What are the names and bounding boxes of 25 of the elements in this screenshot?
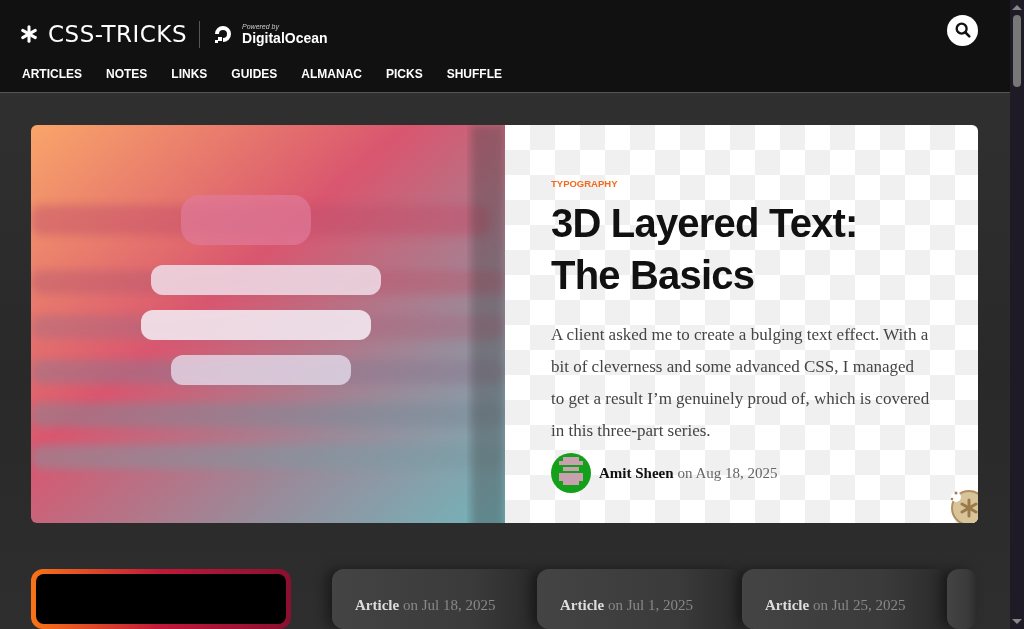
nav-link[interactable]: NOTES	[106, 67, 148, 81]
nav-link[interactable]: ALMANAC	[301, 67, 362, 81]
author-link[interactable]: Amit Sheen	[599, 464, 674, 482]
nav-link[interactable]: GUIDES	[231, 67, 278, 81]
nav-link[interactable]: ARTICLES	[22, 67, 82, 81]
article-excerpt: A client asked me to create a bulging text effect. With a bit of cleverness and some advanced CSS, I managed to get a result I’m genuinely proud of, which is covered in this three-part series.	[551, 324, 931, 443]
card-meta: Article on Jul 25, 2025	[765, 597, 906, 613]
article-card[interactable]: Article on Jul 1, 2025	[537, 569, 742, 629]
nav-link[interactable]: SHUFFLE	[446, 67, 503, 81]
scrollbar[interactable]	[1010, 0, 1024, 629]
card-meta: Article on Jul 18, 2025	[355, 597, 496, 613]
asterisk-icon	[20, 25, 38, 43]
nav-link[interactable]: LINKS	[171, 67, 208, 81]
search-button[interactable]	[947, 14, 978, 46]
search-icon	[953, 21, 972, 39]
publish-date: on Aug 18, 2025	[677, 464, 778, 482]
nav-link[interactable]: PICKS	[386, 67, 423, 81]
article-card[interactable]: Article on Jul 18, 2025	[332, 569, 537, 629]
ring-logo-icon	[212, 23, 234, 45]
card-meta: Article on Jul 1, 2025	[560, 597, 693, 613]
site-logo[interactable]: CSS-TRICKS	[48, 21, 187, 47]
featured-card[interactable]	[31, 569, 291, 629]
avatar-icon	[551, 453, 591, 494]
article-title[interactable]: 3D Layered Text: The Basics	[551, 197, 901, 302]
article-card[interactable]: Article on Jul 25, 2025	[742, 569, 947, 629]
